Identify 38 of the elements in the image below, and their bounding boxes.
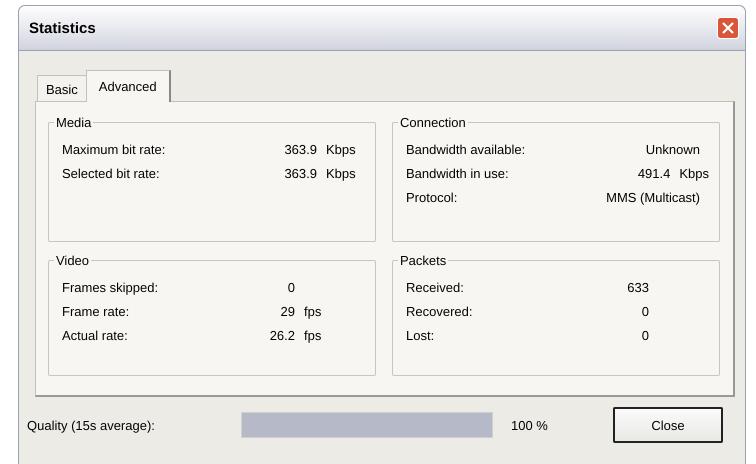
group-title: Media xyxy=(54,115,94,130)
stat-value: 0 xyxy=(286,280,295,294)
quality-reading: 100 % xyxy=(511,418,549,432)
stat-value: 0 xyxy=(640,328,649,342)
stat-value: 0 xyxy=(640,304,649,318)
stat-label: Lost: xyxy=(406,328,436,342)
stat-value: 633 xyxy=(626,280,649,294)
stat-label: Recovered: xyxy=(406,304,474,318)
stat-label: Maximum bit rate: xyxy=(62,142,166,156)
stat-unit: Kbps xyxy=(326,142,356,156)
group-title: Connection xyxy=(398,115,468,130)
stat-label: Frame rate: xyxy=(62,304,130,318)
stat-unit: Kbps xyxy=(679,166,709,180)
stat-value: 29 xyxy=(280,304,295,318)
tab[interactable]: Advanced xyxy=(86,70,171,102)
stat-value: 491.4 xyxy=(638,166,670,180)
stat-unit: fps xyxy=(304,328,322,342)
stat-label: Frames skipped: xyxy=(62,280,160,294)
group-title: Packets xyxy=(398,253,448,268)
window-title: Statistics xyxy=(29,20,96,36)
stat-value: MMS (Multicast) xyxy=(606,190,700,204)
tab[interactable]: Basic xyxy=(37,75,87,101)
stat-unit: Kbps xyxy=(326,166,356,180)
stat-label: Bandwidth in use: xyxy=(406,166,510,180)
quality-label: Quality (15s average): xyxy=(27,418,156,432)
stat-label: Received: xyxy=(406,280,465,294)
stat-label: Protocol: xyxy=(406,190,458,204)
stat-label: Bandwidth available: xyxy=(406,142,526,156)
stat-unit: fps xyxy=(304,304,322,318)
stat-value: 363.9 xyxy=(283,166,317,180)
close-icon[interactable] xyxy=(717,17,739,39)
close-button[interactable]: Close xyxy=(613,407,723,443)
stat-value: 26.2 xyxy=(268,328,295,342)
stat-label: Actual rate: xyxy=(62,328,129,342)
group-title: Video xyxy=(54,253,92,268)
stat-value: 363.9 xyxy=(283,142,317,156)
stat-label: Selected bit rate: xyxy=(62,166,161,180)
stat-value: Unknown xyxy=(646,142,700,156)
